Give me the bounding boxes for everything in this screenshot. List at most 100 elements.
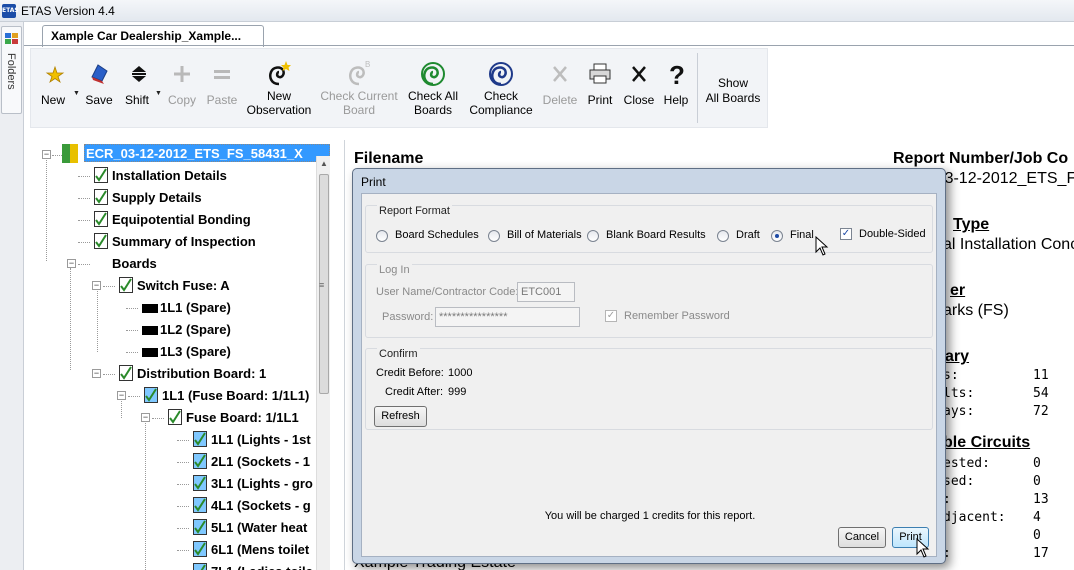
report-format-option-label: Bill of Materials <box>507 229 582 241</box>
remember-password-checkbox[interactable]: ✓ <box>605 310 617 322</box>
tree-item[interactable]: 1L2 (Spare) <box>34 319 316 339</box>
check-compliance-button[interactable]: Check Compliance <box>465 49 537 127</box>
tree-item[interactable]: 5L1 (Water heat <box>34 517 316 537</box>
save-label: Save <box>85 93 113 107</box>
tree-expander[interactable]: − <box>42 150 51 159</box>
circuit-row-value: 17 <box>1033 546 1049 561</box>
equals-icon <box>214 70 230 79</box>
username-field[interactable]: ETC001 <box>517 282 575 302</box>
tree-expander[interactable]: − <box>117 391 126 400</box>
tree-item[interactable]: 7L1 (Ladies toile <box>34 561 316 570</box>
mouse-cursor-icon <box>916 538 930 558</box>
app-title: ETAS Version 4.4 <box>21 4 115 18</box>
tree-connector <box>78 264 90 265</box>
tree-item[interactable]: 1L3 (Spare) <box>34 341 316 361</box>
shift-icon <box>132 66 146 82</box>
refresh-button[interactable]: Refresh <box>374 406 427 427</box>
chevron-down-icon: ▼ <box>155 90 162 97</box>
svg-text:?: ? <box>669 60 685 87</box>
folders-pane: Folders <box>0 22 24 570</box>
tree-root-label: ECR_03-12-2012_ETS_FS_58431_X <box>86 146 303 161</box>
copy-button[interactable]: Copy <box>163 49 201 127</box>
credit-after-value: 999 <box>448 386 467 398</box>
check-current-board-button[interactable]: B Check Current Board <box>317 49 401 127</box>
paste-button[interactable]: Paste <box>203 49 241 127</box>
tree-expander[interactable]: − <box>67 259 76 268</box>
double-sided-checkbox[interactable]: ✓ <box>840 228 852 240</box>
tree-item[interactable]: 4L1 (Sockets - g <box>34 495 316 515</box>
tree-item[interactable]: 1L1 (Spare) <box>34 297 316 317</box>
radio-circle-icon <box>717 230 729 242</box>
tree-item[interactable]: Supply Details <box>34 187 316 207</box>
delete-button[interactable]: Delete <box>539 49 581 127</box>
checklist-icon <box>119 277 133 293</box>
tree-item[interactable]: − Distribution Board: 1 <box>34 363 316 383</box>
cancel-button[interactable]: Cancel <box>838 527 886 548</box>
toolbar-separator <box>697 53 698 123</box>
checklist-icon <box>94 189 108 205</box>
tree-item[interactable]: Summary of Inspection <box>34 231 316 251</box>
check-all-boards-button[interactable]: Check All Boards <box>401 49 465 127</box>
tree-connector <box>177 440 189 441</box>
credit-before-value: 1000 <box>448 367 473 379</box>
confirm-title: Confirm <box>377 348 420 360</box>
paste-label: Paste <box>206 93 238 107</box>
folders-tab[interactable]: Folders <box>1 26 22 114</box>
tree-item-label: Summary of Inspection <box>112 234 256 249</box>
report-format-option-label: Board Schedules <box>395 229 479 241</box>
report-format-option-label: Draft <box>736 229 760 241</box>
tree-item-label: 5L1 (Water heat <box>211 520 308 535</box>
tree-item[interactable]: Equipotential Bonding <box>34 209 316 229</box>
check-all-label-2: Boards <box>413 103 453 117</box>
new-button[interactable]: New ▼ <box>35 49 80 127</box>
credit-before-label: Credit Before: <box>376 367 444 379</box>
scroll-up-icon[interactable]: ▲ <box>320 159 328 168</box>
tree-connector <box>177 528 189 529</box>
help-icon: ? <box>669 60 685 87</box>
circuits-label: ble Circuits <box>943 434 1031 451</box>
report-format-group: Report Format Board Schedules Bill of Mat… <box>365 205 933 253</box>
help-label: Help <box>663 93 689 107</box>
tree-item-label: 7L1 (Ladies toile <box>211 564 313 570</box>
tree-item-label: 1L3 (Spare) <box>160 344 231 359</box>
help-button[interactable]: ? Help <box>657 49 695 127</box>
tree-item-label: Supply Details <box>112 190 202 205</box>
tree-item[interactable]: 1L1 (Lights - 1st <box>34 429 316 449</box>
shift-button[interactable]: Shift ▼ <box>119 49 162 127</box>
check-compliance-label-2: Compliance <box>469 103 533 117</box>
tree-item[interactable]: − Boards <box>34 253 316 273</box>
document-tab[interactable]: Xample Car Dealership_Xample... <box>42 25 264 47</box>
print-button[interactable]: Print <box>581 49 619 127</box>
radio-circle-icon <box>587 230 599 242</box>
document-tab-bar: Xample Car Dealership_Xample... <box>24 22 1074 47</box>
report-number-label: Report Number/Job Co <box>893 150 1069 167</box>
credit-after-label: Credit After: <box>385 386 444 398</box>
close-icon <box>632 66 646 82</box>
show-all-boards-button[interactable]: Show All Boards <box>699 49 767 127</box>
spare-way-icon <box>142 348 158 357</box>
tree-expander[interactable]: − <box>92 281 101 290</box>
check-compliance-label-1: Check <box>483 89 518 103</box>
close-button[interactable]: Close <box>619 49 659 127</box>
board-tree: − ECR_03-12-2012_ETS_FS_58431_X Installa… <box>34 140 330 570</box>
tree-item[interactable]: 3L1 (Lights - gro <box>34 473 316 493</box>
password-field[interactable]: **************** <box>435 307 580 327</box>
tree-item[interactable]: 6L1 (Mens toilet <box>34 539 316 559</box>
tree-item[interactable]: − 1L1 (Fuse Board: 1/1L1) <box>34 385 316 405</box>
tree-scrollbar[interactable]: ▲ ≡ <box>316 156 330 570</box>
save-button[interactable]: Save <box>79 49 119 127</box>
tree-item[interactable]: − Fuse Board: 1/1L1 <box>34 407 316 427</box>
tree-expander[interactable]: − <box>141 413 150 422</box>
checklist-icon <box>193 563 207 570</box>
title-bar: ETAS ETAS Version 4.4 <box>0 0 1074 22</box>
tree-expander[interactable]: − <box>92 369 101 378</box>
new-observation-button[interactable]: New Observation <box>241 49 317 127</box>
tree-item[interactable]: Installation Details <box>34 165 316 185</box>
circuit-row-value: 0 <box>1033 528 1041 543</box>
tree-item[interactable]: − Switch Fuse: A <box>34 275 316 295</box>
scroll-grip-icon: ≡ <box>319 280 325 290</box>
summary-row-value: 72 <box>1033 404 1049 419</box>
tree-item[interactable]: 2L1 (Sockets - 1 <box>34 451 316 471</box>
tree-item-label: 1L1 (Spare) <box>160 300 231 315</box>
spare-way-icon <box>142 304 158 313</box>
